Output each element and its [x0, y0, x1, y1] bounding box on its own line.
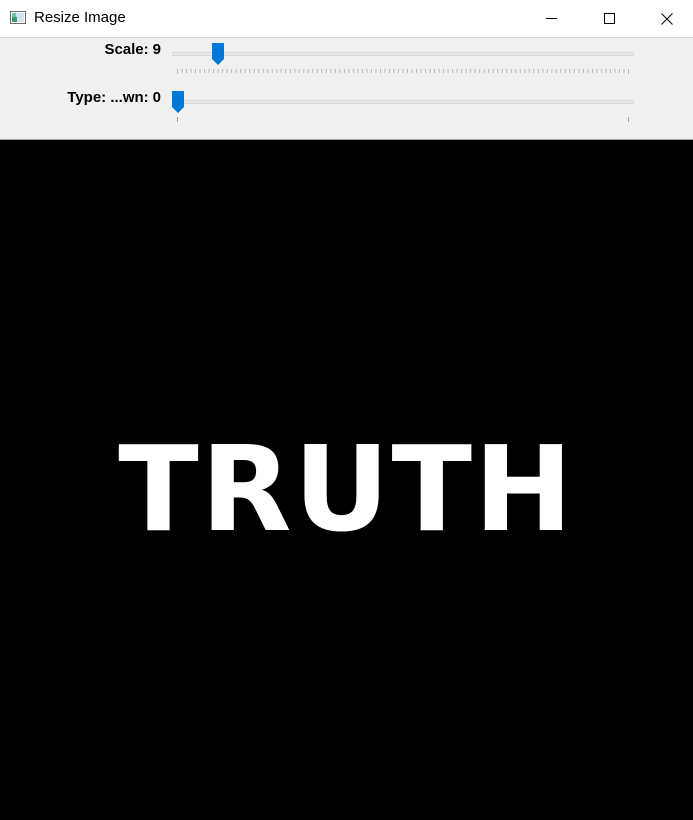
scale-trackbar-ticks — [177, 69, 629, 74]
window-title: Resize Image — [34, 9, 126, 26]
scale-trackbar-track[interactable] — [172, 52, 634, 56]
type-label-text: Type: ...wn: — [67, 89, 149, 106]
resize-image-window: Resize Image Scale: 9 Type: ...wn: 0 TRU… — [0, 0, 693, 820]
type-trackbar-track[interactable] — [172, 100, 634, 104]
trackbar-panel: Scale: 9 Type: ...wn: 0 — [0, 38, 693, 140]
minimize-button[interactable] — [522, 0, 580, 37]
image-text-truth: TRUTH — [118, 420, 575, 558]
image-display: TRUTH — [0, 140, 693, 820]
minimize-icon — [545, 13, 557, 24]
type-trackbar-label: Type: ...wn: 0 — [67, 89, 161, 106]
close-icon — [661, 12, 673, 25]
scale-value: 9 — [152, 41, 161, 58]
title-bar[interactable]: Resize Image — [0, 0, 693, 38]
scale-label-text: Scale: — [104, 41, 149, 58]
scale-trackbar-label: Scale: 9 — [104, 41, 161, 58]
maximize-icon — [603, 13, 615, 24]
close-button[interactable] — [638, 0, 693, 37]
maximize-button[interactable] — [580, 0, 638, 37]
type-value: 0 — [152, 89, 161, 106]
type-trackbar-ticks — [177, 117, 629, 122]
image-window-icon — [10, 11, 26, 24]
scale-trackbar-thumb[interactable] — [212, 43, 224, 65]
type-trackbar-thumb[interactable] — [172, 91, 184, 113]
